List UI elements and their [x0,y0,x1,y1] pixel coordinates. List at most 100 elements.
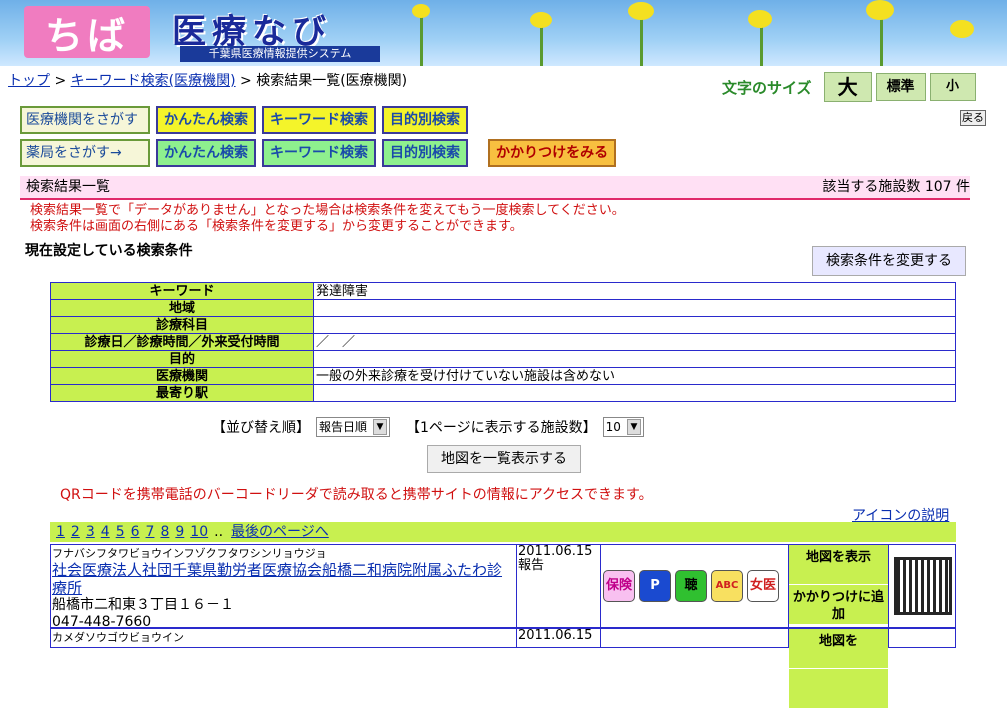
medical-purpose-search-button[interactable]: 目的別検索 [382,106,468,134]
page-link-2[interactable]: 2 [71,524,80,540]
facility-row: フナバシフタワビョウインフゾクフタワシンリョウジョ 社会医療法人社団千葉県勤労者… [50,544,957,630]
font-size-normal-button[interactable]: 標準 [875,73,926,101]
page-link-8[interactable]: 8 [160,524,169,540]
add-family-doctor-button[interactable]: かかりつけに追加 [789,585,888,625]
page-link-6[interactable]: 6 [131,524,140,540]
condition-row: 医療機関 一般の外来診療を受け付けていない施設は含めない [50,367,956,385]
map-all-button[interactable]: 地図を一覧表示する [427,445,581,473]
per-page-select[interactable]: 10 ▼ [602,417,644,437]
medical-keyword-search-button[interactable]: キーワード検索 [262,106,376,134]
facility-date: 2011.06.15 報告 [517,545,601,627]
font-size-large-button[interactable]: 大 [823,72,872,102]
breadcrumb-keyword-link[interactable]: キーワード検索(医療機関) [71,73,236,89]
condition-value [313,350,956,368]
breadcrumb-sep: > [54,73,67,89]
condition-value: 発達障害 [313,282,956,300]
condition-row: キーワード 発達障害 [50,282,956,300]
add-family-doctor-button[interactable] [789,669,888,709]
facility-name-link[interactable]: 社会医療法人社団千葉県勤労者医療協会船橋二和病院附属ふたわ診療所 [52,561,516,597]
pharmacy-keyword-search-button[interactable]: キーワード検索 [262,139,376,167]
report-date: 2011.06.15 [518,544,593,559]
notice-line: 検索条件は画面の右側にある「検索条件を変更する」から変更することができます。 [30,219,523,234]
result-count: 該当する施設数 107 件 [822,179,970,195]
report-date: 2011.06.15 [518,628,593,643]
last-page-link[interactable]: 最後のページへ [231,524,329,540]
pharmacy-purpose-search-button[interactable]: 目的別検索 [382,139,468,167]
show-map-button[interactable]: 地図を [789,629,888,669]
nav-row-medical: 医療機関をさがす→ かんたん検索 キーワード検索 目的別検索 [20,106,468,152]
breadcrumb: トップ > キーワード検索(医療機関) > 検索結果一覧(医療機関) [8,70,407,90]
facility-address: 船橋市二和東３丁目１６－１ [52,597,234,613]
breadcrumb-top-link[interactable]: トップ [8,73,50,89]
qr-code-icon [894,557,952,615]
condition-key: キーワード [50,282,314,300]
facility-actions: 地図を表示 かかりつけに追加 [789,545,889,627]
condition-row: 目的 [50,350,956,368]
header-banner: ちば 医療なび 千葉県医療情報提供システム [0,0,1007,66]
page-link-10[interactable]: 10 [190,524,208,540]
per-page-select-value: 10 [605,420,621,434]
breadcrumb-current: 検索結果一覧(医療機関) [256,73,408,89]
condition-row: 診療日／診療時間／外来受付時間／ ／ [50,333,956,351]
medical-easy-search-button[interactable]: かんたん検索 [156,106,256,134]
facility-row: カメダソウゴウビョウイン 2011.06.15 地図を [50,628,957,709]
pagination: 1 2 3 4 5 6 7 8 9 10.. 最後のページへ [50,522,956,542]
sort-select[interactable]: 報告日順 ▼ [316,417,391,437]
nav-medical-label[interactable]: 医療機関をさがす→ [20,106,150,152]
foreign-language-icon: ABC [711,570,743,602]
facility-info: フナバシフタワビョウインフゾクフタワシンリョウジョ 社会医療法人社団千葉県勤労者… [51,545,517,630]
page-link-5[interactable]: 5 [116,524,125,540]
logo-iryou-navi[interactable]: 医療なび [172,4,392,52]
sort-label: 【並び替え順】 [212,420,310,436]
back-button[interactable]: 戻る [960,110,986,126]
chevron-down-icon: ▼ [626,419,641,435]
conditions-table: キーワード 発達障害 地域 診療科目 診療日／診療時間／外来受付時間／ ／目的 医療機関一… [50,282,956,402]
insurance-icon: 保険 [603,570,635,602]
notice-text: 検索結果一覧で「データがありません」となった場合は検索条件を変えてもう一度検索し… [30,203,625,235]
result-header: 検索結果一覧 該当する施設数 107 件 [20,176,970,200]
condition-value [313,299,956,317]
conditions-title: 現在設定している検索条件 [25,243,193,259]
condition-value: 一般の外来診療を受け付けていない施設は含めない [313,367,956,385]
condition-key: 地域 [50,299,314,317]
condition-value: ／ ／ [313,333,956,351]
sort-controls: 【並び替え順】 報告日順 ▼ 【1ページに表示する施設数】 10 ▼ [212,417,644,437]
notice-line: 検索結果一覧で「データがありません」となった場合は検索条件を変えてもう一度検索し… [30,203,625,218]
font-size-label: 文字のサイズ [722,78,812,97]
condition-key: 診療科目 [50,316,314,334]
nav-row-pharmacy: 薬局をさがす→ かんたん検索 キーワード検索 目的別検索 かかりつけをみる [20,139,617,167]
show-map-button[interactable]: 地図を表示 [789,545,888,585]
pharmacy-easy-search-button[interactable]: かんたん検索 [156,139,256,167]
condition-key: 医療機関 [50,367,314,385]
facility-kana: フナバシフタワビョウインフゾクフタワシンリョウジョ [52,547,327,560]
condition-row: 診療科目 [50,316,956,334]
logo-chiba[interactable]: ちば [24,6,150,58]
condition-key: 診療日／診療時間／外来受付時間 [50,333,314,351]
condition-row: 最寄り駅 [50,384,956,402]
page-link-4[interactable]: 4 [101,524,110,540]
facility-icons: 保険 P 聴 ABC 女医 [601,545,789,627]
facility-qr [889,629,957,647]
page-link-3[interactable]: 3 [86,524,95,540]
page-link-7[interactable]: 7 [146,524,155,540]
sort-select-value: 報告日順 [319,420,368,434]
hearing-support-icon: 聴 [675,570,707,602]
condition-row: 地域 [50,299,956,317]
condition-value [313,316,956,334]
page-link-9[interactable]: 9 [175,524,184,540]
facility-date: 2011.06.15 [517,629,601,647]
breadcrumb-sep: > [240,73,252,89]
per-page-label: 【1ページに表示する施設数】 [406,420,597,436]
facility-qr [889,545,957,627]
font-size-controls: 文字のサイズ 大 標準 小 [722,72,976,102]
font-size-small-button[interactable]: 小 [929,73,976,101]
parking-icon: P [639,570,671,602]
change-conditions-button[interactable]: 検索条件を変更する [812,246,966,276]
pager-ellipsis: .. [214,524,224,540]
family-doctor-view-button[interactable]: かかりつけをみる [488,139,617,167]
qr-note: QRコードを携帯電話のバーコードリーダで読み取ると携帯サイトの情報にアクセスでき… [60,487,653,503]
nav-pharmacy-label[interactable]: 薬局をさがす→ [20,139,150,167]
female-doctor-icon: 女医 [747,570,779,602]
page-link-1[interactable]: 1 [56,524,65,540]
report-status: 報告 [518,558,545,573]
